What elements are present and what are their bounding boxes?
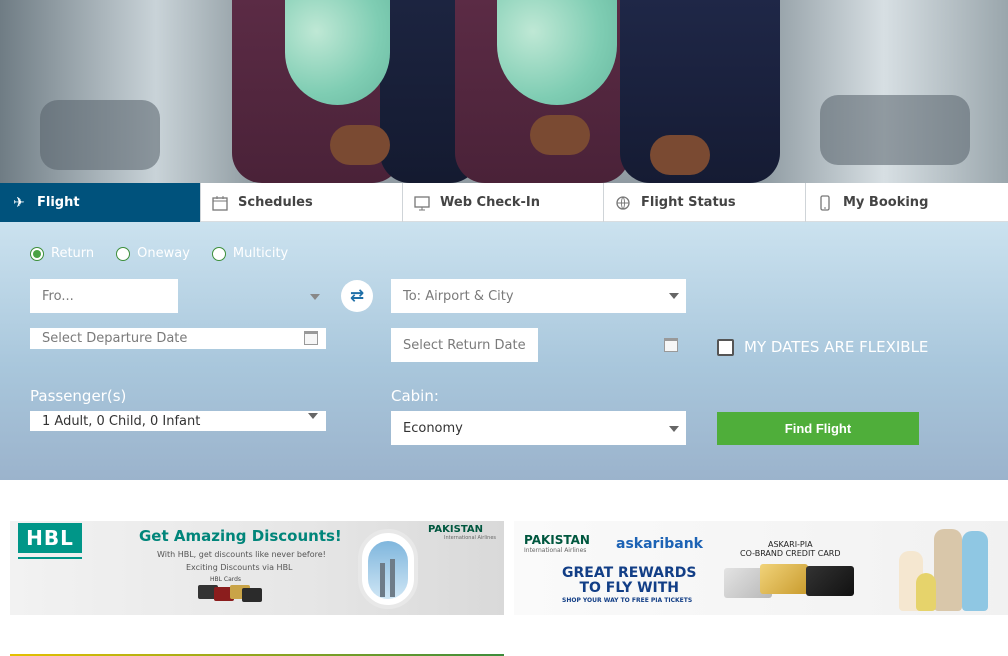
radio-circle <box>211 246 226 261</box>
flexible-dates-checkbox[interactable]: MY DATES ARE FLEXIBLE <box>717 338 928 356</box>
pia-logo: PAKISTAN International Airlines <box>428 524 496 541</box>
tab-web-check-in[interactable]: Web Check-In <box>403 183 604 222</box>
hero-image <box>0 0 1008 183</box>
family-image <box>962 531 988 611</box>
page: ✈ Flight Schedules Web Check-In Flight S… <box>0 0 1008 656</box>
passengers-value: 1 Adult, 0 Child, 0 Infant <box>42 413 201 429</box>
to-input[interactable]: To: Airport & City <box>391 279 686 313</box>
return-placeholder: Select Return Date <box>403 337 526 353</box>
departure-placeholder: Select Departure Date <box>42 331 188 346</box>
banner-line: With HBL, get discounts like never befor… <box>157 550 326 559</box>
askari-promo-banner[interactable]: PAKISTAN International Airlines askariba… <box>514 521 1008 615</box>
askari-bank-logo: askaribank <box>616 536 703 552</box>
cards-label: HBL Cards <box>210 576 242 583</box>
from-placeholder: Fro... <box>42 288 74 304</box>
hands <box>330 125 390 165</box>
tab-label: Schedules <box>238 195 313 210</box>
radio-circle <box>116 246 131 261</box>
globe-plane-icon <box>614 194 632 212</box>
family-image <box>916 573 936 611</box>
seat-shape <box>820 95 970 165</box>
from-dropdown-caret[interactable] <box>310 294 320 300</box>
airplane-window-image <box>358 529 418 609</box>
flight-search-form: Return Oneway Multicity Fro... ⇄ To: Air… <box>0 222 1008 480</box>
departure-date-input[interactable]: Select Departure Date <box>30 328 326 349</box>
calendar-icon[interactable] <box>664 338 678 352</box>
scarf <box>285 0 390 105</box>
cabin-value: Economy <box>403 420 463 436</box>
to-placeholder: To: Airport & City <box>403 288 514 304</box>
credit-card-image <box>760 564 808 594</box>
seat-shape <box>40 100 160 170</box>
find-flight-button[interactable]: Find Flight <box>717 412 919 445</box>
passengers-label: Passenger(s) <box>30 387 127 405</box>
tab-label: Web Check-In <box>440 195 540 210</box>
radio-label: Return <box>51 246 95 261</box>
banner-line: Exciting Discounts via HBL <box>186 563 293 572</box>
trip-type-group: Return Oneway Multicity <box>30 246 310 261</box>
calendar-icon <box>211 194 229 212</box>
plane-icon: ✈ <box>13 194 25 211</box>
flexible-label: MY DATES ARE FLEXIBLE <box>744 338 929 356</box>
tab-my-booking[interactable]: My Booking <box>806 183 1008 222</box>
card-title: ASKARI-PIA <box>768 540 813 549</box>
radio-multicity[interactable]: Multicity <box>211 246 289 261</box>
cabin-label: Cabin: <box>391 387 439 405</box>
credit-card-image <box>806 566 854 596</box>
tab-flight[interactable]: ✈ Flight <box>0 183 201 222</box>
tab-label: Flight Status <box>641 195 736 210</box>
banner-tagline: SHOP YOUR WAY TO FREE PIA TICKETS <box>562 597 693 604</box>
chevron-down-icon <box>669 426 679 432</box>
hands <box>650 135 710 175</box>
card-subtitle: CO-BRAND CREDIT CARD <box>740 549 841 558</box>
tab-label: My Booking <box>843 195 929 210</box>
tab-flight-status[interactable]: Flight Status <box>604 183 806 222</box>
phone-icon <box>816 194 834 212</box>
booking-tabs: ✈ Flight Schedules Web Check-In Flight S… <box>0 183 1008 222</box>
hands <box>530 115 590 155</box>
chevron-down-icon <box>308 413 318 419</box>
banner-headline: GREAT REWARDS TO FLY WITH <box>562 565 697 596</box>
radio-circle <box>30 246 44 261</box>
passengers-select[interactable]: 1 Adult, 0 Child, 0 Infant <box>30 411 326 431</box>
return-date-input[interactable]: Select Return Date <box>391 328 538 362</box>
calendar-icon <box>304 331 318 345</box>
family-image <box>934 529 962 611</box>
chevron-down-icon <box>669 293 679 299</box>
credit-card-image <box>242 588 262 602</box>
swap-icon[interactable]: ⇄ <box>341 280 373 312</box>
radio-label: Multicity <box>232 246 289 261</box>
tab-schedules[interactable]: Schedules <box>201 183 403 222</box>
tab-label: Flight <box>37 195 80 210</box>
radio-label: Oneway <box>137 246 190 261</box>
checkbox-box <box>717 338 734 356</box>
radio-oneway[interactable]: Oneway <box>116 246 190 261</box>
hbl-promo-banner[interactable]: HBL Get Amazing Discounts! With HBL, get… <box>10 521 504 615</box>
banner-headline: Get Amazing Discounts! <box>139 527 342 545</box>
divider <box>18 557 82 559</box>
cabin-select[interactable]: Economy <box>391 411 686 445</box>
monitor-icon <box>413 194 431 212</box>
pia-logo: PAKISTAN International Airlines <box>524 533 590 554</box>
from-input[interactable]: Fro... <box>30 279 178 313</box>
radio-return[interactable]: Return <box>30 246 94 261</box>
hbl-logo: HBL <box>18 523 82 553</box>
